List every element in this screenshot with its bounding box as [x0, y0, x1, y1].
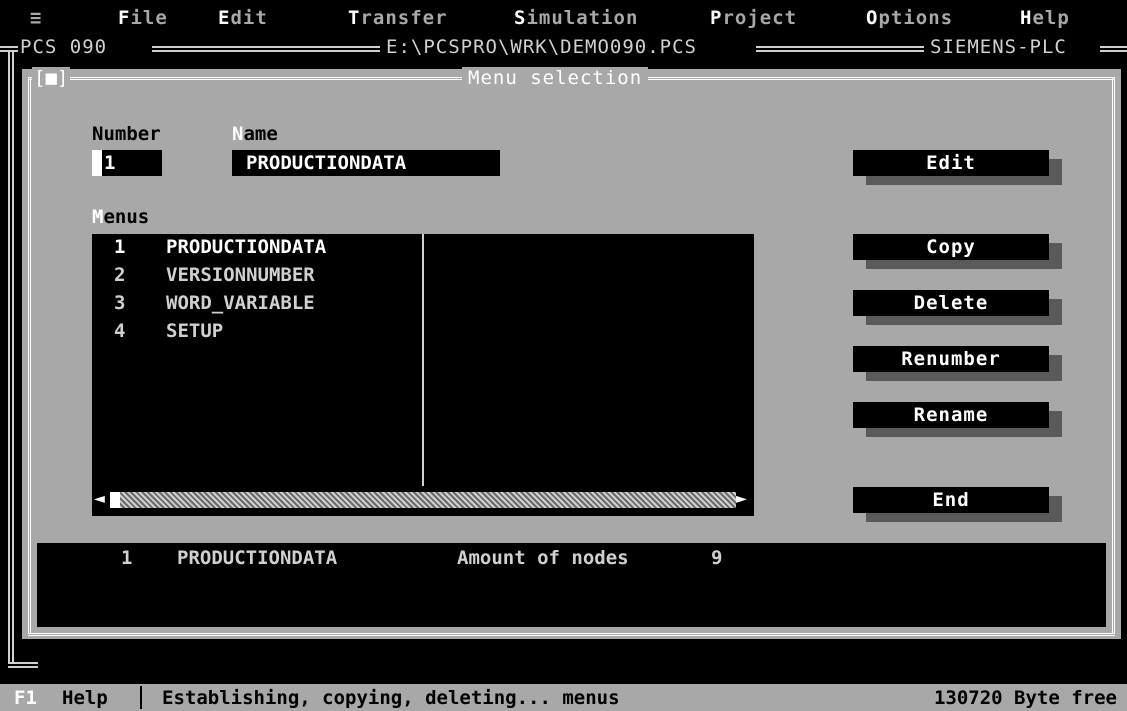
horizontal-scrollbar[interactable]: ◄ ►: [92, 486, 754, 516]
renumber-button[interactable]: Renumber: [853, 346, 1049, 372]
menu-file[interactable]: File: [118, 7, 168, 29]
list-item[interactable]: 4 SETUP: [114, 320, 223, 342]
status-bar: F1 Help Establishing, copying, deleting.…: [0, 684, 1127, 711]
list-item[interactable]: 2 VERSIONNUMBER: [114, 264, 315, 286]
scroll-right-arrow-icon[interactable]: ►: [736, 488, 747, 509]
frame-bottom-border: [8, 662, 38, 668]
menus-label: Menus: [92, 206, 149, 228]
scroll-left-arrow-icon[interactable]: ◄: [94, 488, 105, 509]
name-label-rest: ame: [243, 123, 278, 145]
menu-help[interactable]: Help: [1020, 7, 1070, 29]
menu-file-hotkey: F: [118, 7, 131, 29]
list-item[interactable]: 3 WORD_VARIABLE: [114, 292, 315, 314]
menu-edit-label: dit: [230, 7, 268, 29]
info-nodes-label: Amount of nodes: [457, 547, 629, 569]
menu-options-hotkey: O: [866, 7, 879, 29]
list-item-number: 3: [114, 292, 126, 314]
menu-bar: ≡ File Edit Transfer Simulation Project …: [0, 0, 1127, 36]
menu-transfer-hotkey: T: [348, 7, 361, 29]
dialog-border-bottom: [28, 633, 1115, 636]
menu-file-label: ile: [130, 7, 168, 29]
info-nodes-value: 9: [711, 547, 723, 569]
menu-project[interactable]: Project: [710, 7, 797, 29]
menu-transfer[interactable]: Transfer: [348, 7, 448, 29]
menus-label-rest: enus: [103, 206, 150, 228]
rename-button[interactable]: Rename: [853, 402, 1049, 428]
status-message: Establishing, copying, deleting... menus: [162, 687, 620, 709]
info-name: PRODUCTIONDATA: [177, 547, 338, 569]
text-cursor: [92, 150, 102, 176]
number-field-value: 1: [104, 152, 116, 174]
name-label: Name: [232, 123, 278, 145]
title-line-mid1: [152, 46, 380, 52]
number-label: Number: [92, 123, 161, 145]
list-item-name: VERSIONNUMBER: [166, 264, 315, 286]
menu-edit[interactable]: Edit: [218, 7, 268, 29]
list-item-number: 1: [114, 236, 126, 258]
title-line-right: [1100, 46, 1127, 52]
info-panel: 1 PRODUCTIONDATA Amount of nodes 9: [37, 543, 1106, 627]
list-item-name: SETUP: [166, 320, 224, 342]
name-field[interactable]: PRODUCTIONDATA: [232, 150, 500, 176]
menu-simulation[interactable]: Simulation: [514, 7, 638, 29]
menu-edit-hotkey: E: [218, 7, 231, 29]
scroll-thumb[interactable]: [110, 492, 120, 508]
program-name: PCS 090: [20, 36, 108, 58]
frame-left-border: [8, 52, 14, 662]
menus-label-hotkey: M: [92, 206, 104, 228]
menu-simulation-label: imulation: [526, 7, 639, 29]
f1-key[interactable]: F1: [14, 687, 37, 709]
delete-button[interactable]: Delete: [853, 290, 1049, 316]
number-field[interactable]: 1: [92, 150, 162, 176]
free-memory: 130720 Byte free: [933, 687, 1117, 709]
menu-project-label: roject: [722, 7, 798, 29]
list-divider: [422, 234, 424, 486]
dialog-border-left: [28, 77, 31, 633]
menu-help-hotkey: H: [1020, 7, 1033, 29]
menu-simulation-hotkey: S: [514, 7, 527, 29]
menus-list[interactable]: 1 PRODUCTIONDATA 2 VERSIONNUMBER 3 WORD_VAR…: [92, 234, 754, 516]
close-box[interactable]: [■]: [32, 67, 71, 89]
list-item-number: 4: [114, 320, 126, 342]
menu-transfer-label: ransfer: [360, 7, 448, 29]
dialog-border-right: [1112, 77, 1115, 633]
name-label-hotkey: N: [232, 123, 244, 145]
end-button[interactable]: End: [853, 487, 1049, 513]
menu-options[interactable]: Options: [866, 7, 953, 29]
edit-button[interactable]: Edit: [853, 150, 1049, 176]
title-line-mid2: [756, 46, 924, 52]
status-separator: [140, 686, 142, 709]
list-item[interactable]: 1 PRODUCTIONDATA: [114, 236, 326, 258]
list-item-name: WORD_VARIABLE: [166, 292, 315, 314]
info-number: 1: [121, 547, 133, 569]
dialog-title: Menu selection: [462, 67, 649, 89]
list-item-name: PRODUCTIONDATA: [166, 236, 327, 258]
scroll-track[interactable]: [120, 492, 736, 508]
menu-options-label: ptions: [878, 7, 954, 29]
plc-type: SIEMENS-PLC: [930, 36, 1067, 58]
menu-help-label: elp: [1032, 7, 1070, 29]
help-label[interactable]: Help: [62, 687, 108, 709]
system-menu-icon[interactable]: ≡: [30, 7, 42, 29]
copy-button[interactable]: Copy: [853, 234, 1049, 260]
menu-project-hotkey: P: [710, 7, 723, 29]
project-path: E:\PCSPRO\WRK\DEMO090.PCS: [386, 36, 697, 58]
menu-selection-dialog: [■] Menu selection Number Name 1 PRODUCT…: [22, 67, 1121, 639]
list-item-number: 2: [114, 264, 126, 286]
